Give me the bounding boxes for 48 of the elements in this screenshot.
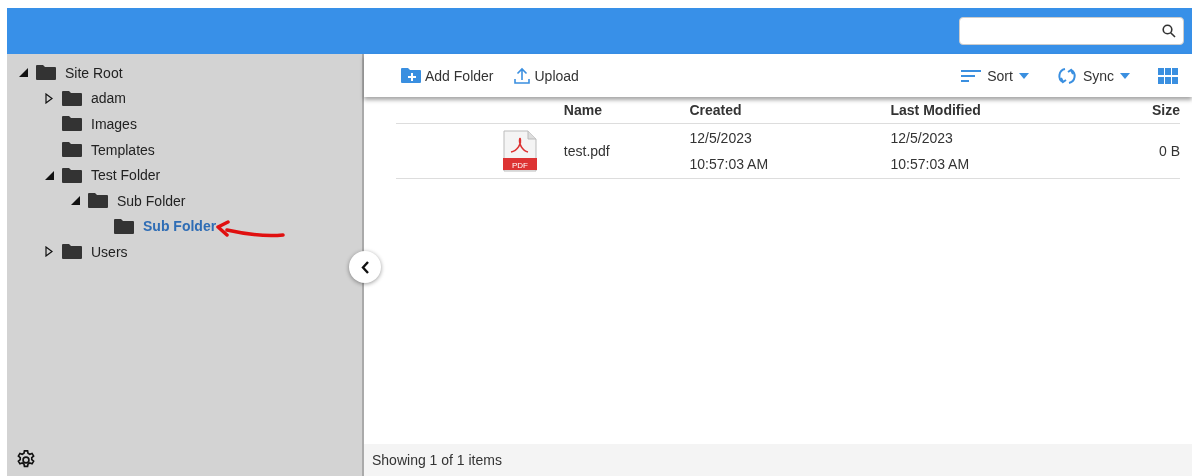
add-folder-button[interactable]: Add Folder	[400, 67, 494, 84]
folder-icon	[61, 166, 83, 184]
tree-item[interactable]: Sub Folder	[117, 192, 186, 209]
upload-icon	[513, 66, 532, 85]
search-field[interactable]	[959, 17, 1184, 45]
date-cell: 12/5/2023 10:57:03 AM	[890, 123, 1092, 179]
column-header[interactable]: Created	[689, 97, 891, 124]
folder-icon	[61, 89, 83, 107]
caret-down-icon	[1120, 72, 1130, 79]
folder-icon	[61, 115, 83, 133]
tree-item[interactable]: Users	[91, 243, 128, 260]
sync-button[interactable]: Sync	[1056, 66, 1130, 85]
chevron-left-icon	[360, 260, 370, 274]
folder-plus-icon	[400, 67, 422, 84]
grid-view-icon	[1158, 67, 1178, 84]
tree-item[interactable]: adam	[91, 90, 127, 107]
column-header[interactable]: Last Modified	[890, 97, 1092, 124]
expanded-triangle-icon[interactable]	[44, 170, 54, 180]
expanded-triangle-icon[interactable]	[18, 68, 28, 78]
tree-item[interactable]: Images	[91, 116, 137, 132]
tree-item[interactable]: Sub Folder	[143, 218, 217, 235]
tree-item[interactable]: Templates	[91, 141, 155, 158]
status-text: Showing 1 of 1 items	[372, 452, 502, 468]
sort-icon	[961, 68, 982, 83]
expanded-triangle-icon[interactable]	[70, 196, 80, 206]
sync-icon	[1056, 66, 1077, 85]
tree-item[interactable]: Test Folder	[91, 167, 161, 184]
sort-button[interactable]: Sort	[961, 67, 1029, 84]
upload-button[interactable]: Upload	[513, 66, 579, 85]
column-header[interactable]: Size	[1091, 97, 1180, 124]
caret-down-icon	[1018, 72, 1029, 79]
collapsed-triangle-icon[interactable]	[45, 246, 53, 258]
folder-icon	[113, 217, 135, 235]
pdf-file-icon: PDF	[501, 130, 538, 172]
file-name[interactable]: test.pdf	[563, 123, 690, 179]
search-icon	[1162, 24, 1176, 38]
date-cell: 12/5/2023 10:57:03 AM	[689, 123, 891, 179]
folder-icon	[35, 64, 57, 82]
collapse-sidebar-button[interactable]	[349, 251, 381, 283]
column-header[interactable]: Name	[563, 97, 690, 124]
collapsed-triangle-icon[interactable]	[45, 92, 53, 104]
folder-icon	[61, 243, 83, 261]
folder-icon	[61, 141, 83, 159]
grid-button[interactable]	[1158, 67, 1178, 84]
folder-icon	[87, 192, 109, 210]
annotation-arrow	[215, 220, 285, 240]
size-cell: 0 B	[1091, 123, 1180, 179]
tree-item[interactable]: Site Root	[65, 64, 123, 81]
